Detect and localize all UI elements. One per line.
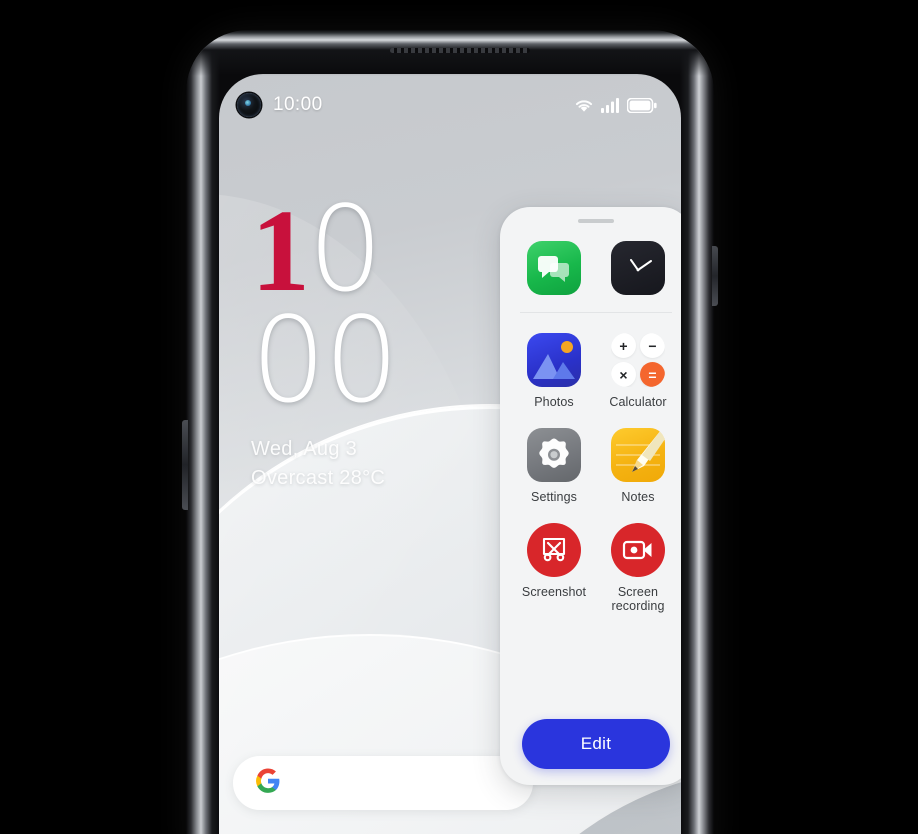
- volume-button[interactable]: [182, 420, 188, 510]
- panel-divider: [520, 312, 672, 313]
- calculator-icon: + − × =: [611, 333, 665, 387]
- panel-app-label: Screenshot: [521, 584, 587, 599]
- phone-screen: 10:00 10 00 Wed, Aug 3 Overcast 28°C Pho…: [219, 74, 681, 834]
- panel-app-label: Settings: [531, 489, 577, 504]
- calc-key-multiply: ×: [611, 362, 636, 387]
- status-bar-indicators: [574, 97, 657, 113]
- status-bar: 10:00: [219, 74, 681, 136]
- clock-widget-date: Wed, Aug 3: [251, 437, 358, 460]
- calc-key-plus: +: [611, 333, 636, 358]
- google-search-bar[interactable]: [233, 756, 533, 810]
- drag-handle[interactable]: [578, 219, 614, 223]
- panel-app-label: Notes: [621, 489, 655, 504]
- screenshot-root: 10:00 10 00 Wed, Aug 3 Overcast 28°C Pho…: [0, 0, 918, 834]
- clock-widget-meta: Wed, Aug 3 Overcast 28°C: [251, 435, 397, 493]
- panel-app-calculator[interactable]: + − × = Calculator: [607, 333, 669, 410]
- panel-apps-row-3: Screenshot Screen recording: [510, 522, 681, 615]
- panel-app-label: Screen recording: [611, 584, 665, 614]
- settings-gear-icon: [527, 427, 581, 482]
- earpiece-speaker: [390, 48, 530, 53]
- panel-app-clock[interactable]: [607, 241, 669, 295]
- wifi-icon: [574, 98, 594, 113]
- panel-recent-apps-row: [510, 241, 681, 295]
- panel-apps-row-1: Photos + − × = Calculator: [510, 333, 681, 410]
- clock-widget-weather: Overcast 28°C: [251, 466, 386, 489]
- clock-icon: [611, 241, 665, 295]
- cellular-signal-icon: [601, 97, 620, 113]
- battery-icon: [627, 97, 657, 113]
- edit-button[interactable]: Edit: [522, 719, 670, 769]
- google-g-logo-icon: [255, 768, 281, 799]
- smart-sidebar-panel: Photos + − × = Calculator Settings Notes…: [500, 207, 681, 785]
- calc-key-equals: =: [640, 362, 665, 387]
- lockscreen-clock-widget: 10 00 Wed, Aug 3 Overcast 28°C: [251, 190, 399, 493]
- status-bar-time: 10:00: [273, 94, 323, 115]
- panel-app-notes[interactable]: Notes: [607, 427, 669, 505]
- notes-pencil-icon: [611, 427, 665, 482]
- panel-apps-row-2: Settings Notes: [510, 427, 681, 505]
- panel-app-photos[interactable]: Photos: [523, 333, 585, 410]
- clock-digits: 10 00: [251, 190, 399, 429]
- power-button[interactable]: [712, 246, 718, 306]
- photos-icon: [527, 333, 581, 387]
- panel-app-label: Calculator: [609, 395, 667, 409]
- panel-app-label: Photos: [534, 395, 574, 409]
- screenshot-scissors-icon: [527, 522, 581, 577]
- clock-minutes: 00: [251, 290, 399, 429]
- panel-app-screenshot[interactable]: Screenshot: [521, 522, 587, 615]
- panel-app-messages[interactable]: [523, 241, 585, 295]
- screen-record-camera-icon: [611, 522, 665, 577]
- panel-app-settings[interactable]: Settings: [523, 427, 585, 505]
- messages-icon: [527, 241, 581, 295]
- panel-app-screen-recording[interactable]: Screen recording: [607, 522, 669, 615]
- calc-key-minus: −: [640, 333, 665, 358]
- punch-hole-camera-icon: [237, 93, 261, 117]
